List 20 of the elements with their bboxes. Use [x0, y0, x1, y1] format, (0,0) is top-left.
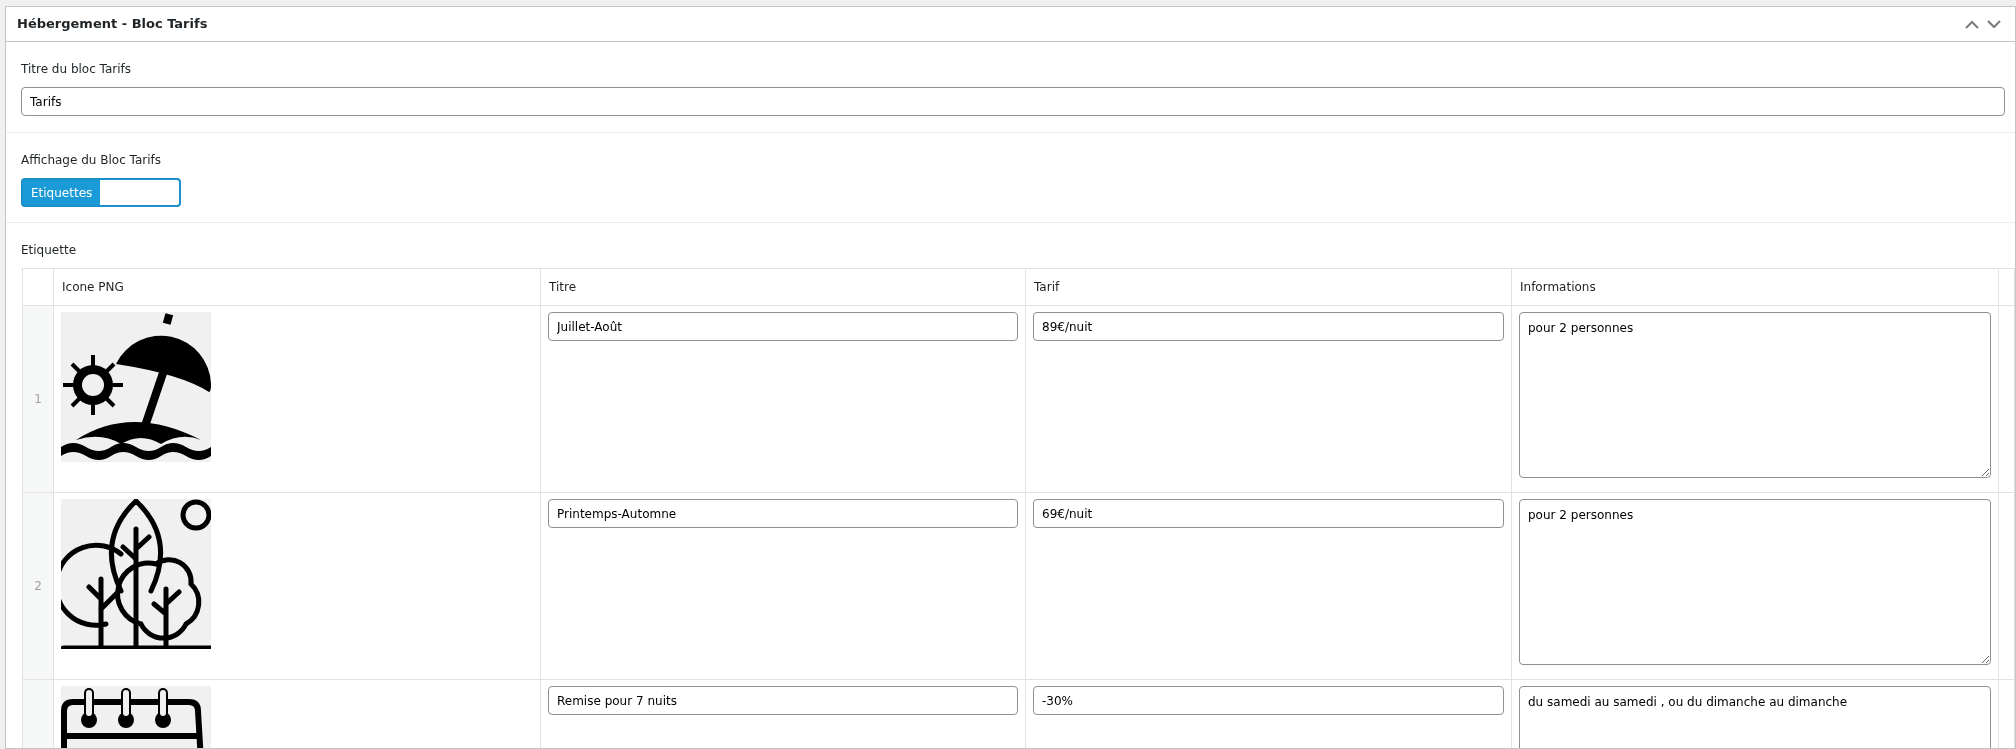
title-input[interactable]: Tarifs	[21, 87, 2005, 116]
column-header: Tarif	[1034, 280, 1060, 294]
column-header: Icone PNG	[62, 280, 124, 294]
field-label: Affichage du Bloc Tarifs	[21, 152, 161, 169]
price-input[interactable]: -30%	[1033, 686, 1504, 715]
column-header: Titre	[549, 280, 577, 294]
title-input[interactable]: Remise pour 7 nuits	[548, 686, 1018, 715]
panel-title: Hébergement - Bloc Tarifs	[17, 15, 208, 34]
title-input[interactable]: Printemps-Automne	[548, 499, 1018, 528]
field-label: Etiquette	[21, 242, 77, 259]
info-textarea[interactable]: pour 2 personnes	[1519, 312, 1991, 478]
field-label: Titre du bloc Tarifs	[21, 61, 132, 78]
price-input[interactable]: 89€/nuit	[1033, 312, 1504, 341]
row-number: 2	[34, 578, 42, 595]
title-input[interactable]: Juillet-Août	[548, 312, 1018, 341]
info-textarea[interactable]: pour 2 personnes	[1519, 499, 1991, 665]
row-number: 1	[34, 391, 42, 408]
column-header: Informations	[1520, 280, 1596, 294]
info-textarea[interactable]: du samedi au samedi , ou du dimanche au dimanche	[1519, 686, 1991, 748]
price-input[interactable]: 69€/nuit	[1033, 499, 1504, 528]
